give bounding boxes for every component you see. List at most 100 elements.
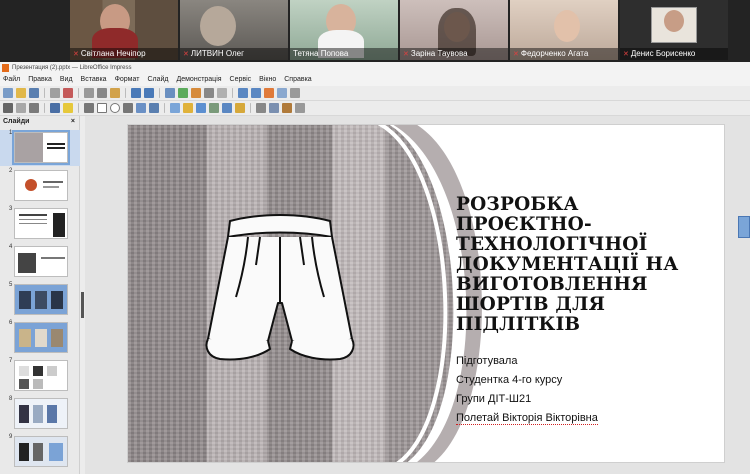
arrange-icon[interactable] <box>282 103 292 113</box>
slide-number: 2 <box>9 168 13 174</box>
menu-view[interactable]: Вид <box>60 74 73 86</box>
zoom-icon[interactable] <box>16 103 26 113</box>
menu-slideshow[interactable]: Демонстрація <box>176 74 221 86</box>
participant-tile-1[interactable]: ✕ Світлана Нечіпор <box>70 0 178 60</box>
special-char-icon[interactable] <box>217 88 227 98</box>
menu-file[interactable]: Файл <box>3 74 20 86</box>
slides-pane: Слайди × 1 2 3 4 5 6 7 8 9 <box>0 116 80 474</box>
shorts-sketch <box>205 214 355 361</box>
author-name[interactable]: Полетай Вікторія Вікторівна <box>456 412 598 425</box>
participant-name-bar: ✕ ЛИТВИН Олег <box>180 48 288 60</box>
close-pane-icon[interactable]: × <box>71 116 75 128</box>
arrow-icon[interactable] <box>123 103 133 113</box>
slide-thumbnail-4[interactable]: 4 <box>0 244 80 280</box>
save-icon[interactable] <box>29 88 39 98</box>
group-label[interactable]: Групи ДІТ-Ш21 <box>456 393 531 405</box>
participant-tile-3[interactable]: Тетяна Попова <box>290 0 398 60</box>
slide-thumbnail-6[interactable]: 6 <box>0 320 80 356</box>
slide-number: 4 <box>9 244 13 250</box>
sidebar-handle[interactable] <box>738 216 750 238</box>
line-icon[interactable] <box>84 103 94 113</box>
menu-slide[interactable]: Слайд <box>147 74 168 86</box>
copy-icon[interactable] <box>97 88 107 98</box>
slide-thumbnail-1[interactable]: 1 <box>0 130 80 166</box>
slide-number: 1 <box>9 130 13 136</box>
rotate-icon[interactable] <box>256 103 266 113</box>
slide-number: 8 <box>9 396 13 402</box>
standard-toolbar <box>0 86 750 101</box>
impress-app-icon <box>2 64 9 72</box>
table-icon[interactable] <box>165 88 175 98</box>
textbox-icon[interactable] <box>204 88 214 98</box>
participant-name: Заріна Таувова <box>410 49 468 58</box>
new-icon[interactable] <box>3 88 13 98</box>
redo-icon[interactable] <box>144 88 154 98</box>
participant-tile-5[interactable]: ✕ Федорченко Агата <box>510 0 618 60</box>
callouts-icon[interactable] <box>222 103 232 113</box>
print-icon[interactable] <box>50 88 60 98</box>
current-slide[interactable]: РОЗРОБКА ПРОЄКТНО-ТЕХНОЛОГІЧНОЇ ДОКУМЕНТ… <box>127 124 725 463</box>
shadow-icon[interactable] <box>295 103 305 113</box>
slide-thumbnail-2[interactable]: 2 <box>0 168 80 204</box>
menu-edit[interactable]: Правка <box>28 74 52 86</box>
rectangle-icon[interactable] <box>97 103 107 113</box>
drawing-toolbar <box>0 101 750 116</box>
slide-thumbnail-5[interactable]: 5 <box>0 282 80 318</box>
menu-insert[interactable]: Вставка <box>81 74 107 86</box>
participant-name-bar: ✕ Світлана Нечіпор <box>70 48 178 60</box>
basic-shapes-icon[interactable] <box>170 103 180 113</box>
slide-thumbnail-9[interactable]: 9 <box>0 434 80 470</box>
block-arrows-icon[interactable] <box>196 103 206 113</box>
slide-thumbnail-7[interactable]: 7 <box>0 358 80 394</box>
menu-tools[interactable]: Сервіс <box>230 74 252 86</box>
stars-icon[interactable] <box>235 103 245 113</box>
slide-thumbnail-3[interactable]: 3 <box>0 206 80 242</box>
menu-window[interactable]: Вікно <box>259 74 276 86</box>
muted-mic-icon: ✕ <box>623 51 629 58</box>
curve-icon[interactable] <box>136 103 146 113</box>
undo-icon[interactable] <box>131 88 141 98</box>
display-views-icon[interactable] <box>290 88 300 98</box>
connector-icon[interactable] <box>149 103 159 113</box>
align-icon[interactable] <box>269 103 279 113</box>
fill-color-icon[interactable] <box>63 103 73 113</box>
menu-bar: Файл Правка Вид Вставка Формат Слайд Дем… <box>0 74 750 86</box>
new-slide-icon[interactable] <box>251 88 261 98</box>
cut-icon[interactable] <box>84 88 94 98</box>
muted-mic-icon: ✕ <box>513 51 519 58</box>
menu-help[interactable]: Справка <box>284 74 311 86</box>
participant-name: Федорченко Агата <box>520 49 589 58</box>
master-icon[interactable] <box>277 88 287 98</box>
slide-title[interactable]: РОЗРОБКА ПРОЄКТНО-ТЕХНОЛОГІЧНОЇ ДОКУМЕНТ… <box>456 195 716 335</box>
slide-number: 6 <box>9 320 13 326</box>
paste-icon[interactable] <box>110 88 120 98</box>
pdf-icon[interactable] <box>63 88 73 98</box>
slide-number: 7 <box>9 358 13 364</box>
slide-thumbnail-8[interactable]: 8 <box>0 396 80 432</box>
participant-tile-2[interactable]: ✕ ЛИТВИН Олег <box>180 0 288 60</box>
select-icon[interactable] <box>3 103 13 113</box>
muted-mic-icon: ✕ <box>73 51 79 58</box>
slide-number: 3 <box>9 206 13 212</box>
slide-editing-area: РОЗРОБКА ПРОЄКТНО-ТЕХНОЛОГІЧНОЇ ДОКУМЕНТ… <box>85 116 750 474</box>
menu-format[interactable]: Формат <box>115 74 140 86</box>
participant-tile-6[interactable]: ✕ Денис Борисенко <box>620 0 728 60</box>
pane-splitter[interactable] <box>81 292 84 318</box>
line-color-icon[interactable] <box>50 103 60 113</box>
flowchart-icon[interactable] <box>209 103 219 113</box>
open-icon[interactable] <box>16 88 26 98</box>
symbol-shapes-icon[interactable] <box>183 103 193 113</box>
participant-name: ЛИТВИН Олег <box>190 49 245 58</box>
ellipse-icon[interactable] <box>110 103 120 113</box>
participant-tile-4[interactable]: ✕ Заріна Таувова <box>400 0 508 60</box>
chart-icon[interactable] <box>191 88 201 98</box>
participant-name: Тетяна Попова <box>293 49 349 58</box>
image-icon[interactable] <box>178 88 188 98</box>
impress-window: Презентация (2).pptx — LibreOffice Impre… <box>0 62 750 474</box>
slideshow-icon[interactable] <box>264 88 274 98</box>
text-icon[interactable] <box>29 103 39 113</box>
participant-name-bar: ✕ Заріна Таувова <box>400 48 508 60</box>
slide-layout-icon[interactable] <box>238 88 248 98</box>
student-course-label[interactable]: Студентка 4-го курсу <box>456 374 562 386</box>
prepared-by-label[interactable]: Підготувала <box>456 355 517 367</box>
